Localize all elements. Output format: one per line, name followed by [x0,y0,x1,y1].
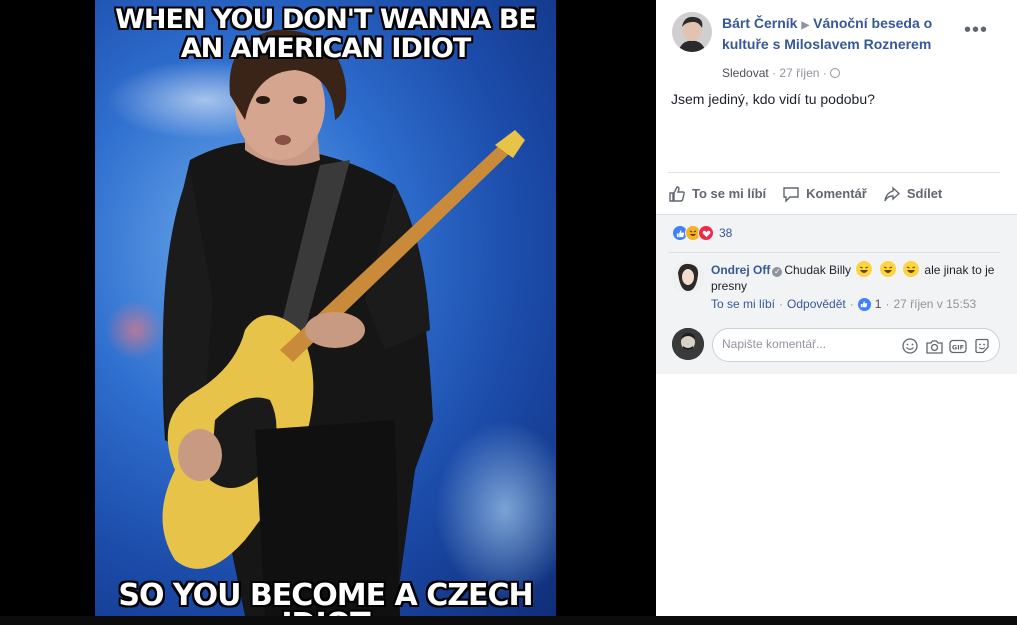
comment-button-label: Komentář [806,186,867,201]
post-text: Jsem jediný, kdo vidí tu podobu? [671,91,875,107]
separator-dot: · [885,297,890,311]
follow-link[interactable]: Sledovat [722,66,769,80]
share-button-label: Sdílet [906,186,943,201]
separator-dot: · [779,297,784,311]
separator-dot: · [849,297,854,311]
reactions-count: 38 [719,226,733,240]
meta-separator: · [822,66,831,80]
camera-icon[interactable] [925,337,943,355]
guitarist-figure [162,29,525,616]
comment-button[interactable]: Komentář [782,185,867,203]
like-button[interactable]: To se mi líbí [668,185,766,203]
emoji-icon[interactable] [901,337,919,355]
meme-bottom-text: SO YOU BECOME A CZECH IDIOT [118,578,533,617]
comment-input-box[interactable]: GIF [712,328,1000,362]
comment-like-icon[interactable] [857,297,871,311]
divider [668,252,1000,253]
share-icon [884,185,900,201]
current-user-avatar[interactable] [672,328,704,360]
reactions-summary[interactable]: 38 [672,225,732,241]
comment-like-count[interactable]: 1 [875,297,882,311]
meme-top-line-2: AN AMERICAN IDIOT [180,33,472,64]
meme-top-line-1: WHEN YOU DON'T WANNA BE [115,4,537,35]
post-header: Bárt Černík ▶ Vánoční beseda o kultuře s M… [672,12,1002,80]
comment-input[interactable] [722,337,892,351]
post-date[interactable]: 27 říjen [779,66,819,80]
author-name-link[interactable]: Bárt Černík [722,15,797,31]
gif-icon[interactable]: GIF [949,337,967,355]
author-avatar-image [672,12,712,52]
like-button-label: To se mi líbí [692,186,767,201]
comment-icon [783,186,799,203]
post-meta: Sledovat · 27 říjen · [722,66,841,80]
share-button[interactable]: Sdílet [883,185,942,203]
love-icon [698,225,714,241]
comment-like-link[interactable]: To se mi líbí [711,297,775,311]
comment-body: Ondrej Off ✓ Chudak Billy ale jinak to je … [711,261,1001,294]
viewer-bottom-bar [0,616,1017,625]
sticker-icon[interactable] [973,337,991,355]
feedback-section: 38 Ondrej Off ✓ Chudak Billy ale jinak t… [656,214,1017,374]
svg-text:GIF: GIF [952,343,964,351]
comment-timestamp[interactable]: 27 říjen v 15:53 [893,297,976,311]
author-avatar[interactable] [672,12,712,52]
comment-composer: GIF [672,328,1002,362]
photo-viewer: WHEN YOU DON'T WANNA BE AN AMERICAN IDIO… [0,0,1017,625]
author-line: Bárt Černík ▶ Vánoční beseda o kultuře s M… [722,14,962,54]
laughing-emoji-icon [856,261,873,277]
comment-reply-link[interactable]: Odpovědět [787,297,846,311]
commenter-avatar[interactable] [672,261,704,293]
more-options-icon[interactable]: ••• [964,20,988,40]
composer-icons: GIF [895,337,991,355]
commenter-name-link[interactable]: Ondrej Off [711,263,770,277]
comment-actions: To se mi líbí · Odpovědět · 1 · 27 říjen… [711,297,976,311]
post-panel: Bárt Černík ▶ Vánoční beseda o kultuře s M… [656,0,1017,616]
thumbs-up-icon [669,185,685,202]
verified-icon: ✓ [772,267,783,277]
meme-photo[interactable]: WHEN YOU DON'T WANNA BE AN AMERICAN IDIO… [95,0,556,616]
arrow-right-icon: ▶ [801,20,810,31]
post-actions-bar: To se mi líbí Komentář Sdílet [668,172,1000,214]
laughing-emoji-icon [879,261,896,277]
laughing-emoji-icon [903,261,920,277]
commenter-avatar-image [672,261,704,293]
globe-icon[interactable] [830,68,841,78]
comment-text-part-1: Chudak Billy [784,263,852,277]
meme-top-text: WHEN YOU DON'T WANNA BE AN AMERICAN IDIO… [95,5,556,63]
current-user-avatar-image [672,328,704,360]
